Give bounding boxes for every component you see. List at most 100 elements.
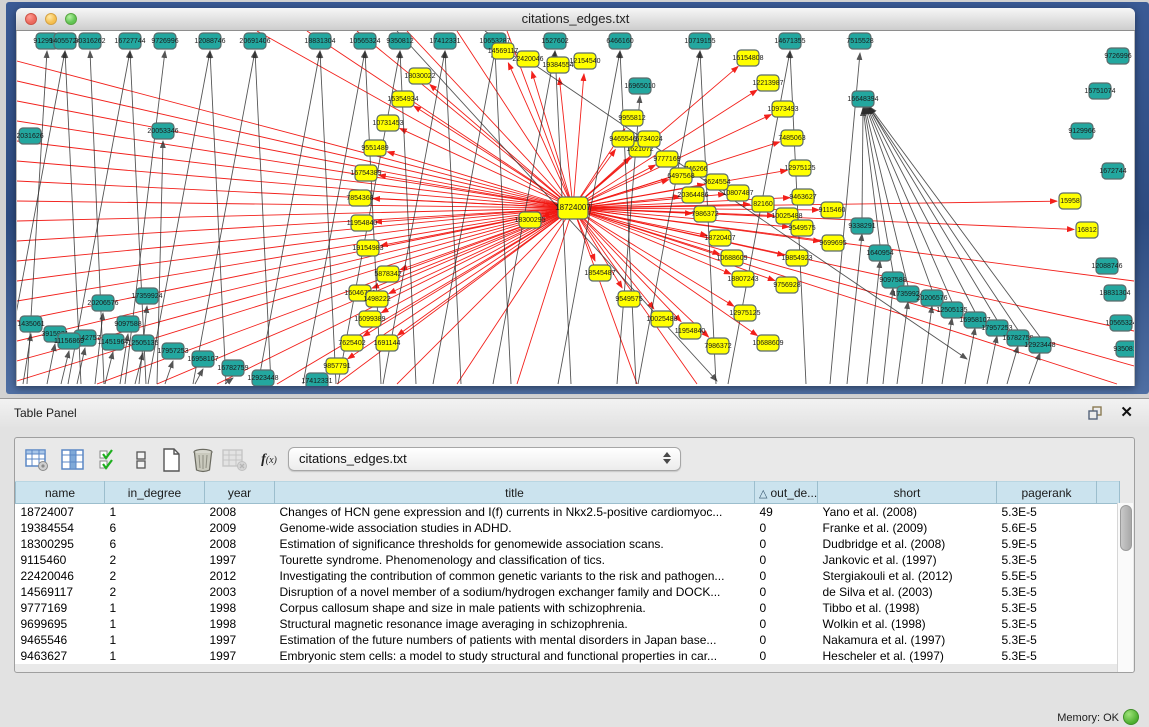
- graph-node-selected[interactable]: 10025488: [646, 311, 677, 327]
- graph-node-selected[interactable]: 82160: [752, 196, 774, 212]
- cell-short[interactable]: Hescheler et al. (1997): [818, 648, 997, 664]
- graph-node-selected[interactable]: 19154983: [352, 240, 383, 256]
- table-mode-icon[interactable]: [23, 445, 51, 475]
- cell-in_degree[interactable]: 1: [105, 504, 205, 521]
- graph-node[interactable]: 6466160: [606, 33, 633, 49]
- graph-node[interactable]: 12505135: [127, 335, 158, 351]
- cell-out_degree[interactable]: 0: [755, 632, 818, 648]
- graph-node[interactable]: 9350812: [386, 33, 413, 49]
- graph-node[interactable]: 18831304: [304, 33, 335, 49]
- cell-name[interactable]: 9699695: [16, 616, 105, 632]
- graph-node-selected[interactable]: 15958: [1059, 193, 1081, 209]
- cell-in_degree[interactable]: 1: [105, 648, 205, 664]
- function-builder-icon[interactable]: f(x): [255, 445, 283, 475]
- cell-year[interactable]: 2003: [205, 584, 275, 600]
- graph-node[interactable]: 9350812: [1113, 341, 1134, 357]
- graph-node-selected[interactable]: 11954840: [675, 323, 706, 339]
- table-row[interactable]: 946362711997Embryonic stem cells: a mode…: [16, 648, 1120, 664]
- cell-year[interactable]: 1997: [205, 648, 275, 664]
- graph-node-selected[interactable]: 18030022: [404, 68, 435, 84]
- graph-node-selected[interactable]: 11954840: [347, 215, 378, 231]
- table-row[interactable]: 911546021997Tourette syndrome. Phenomeno…: [16, 552, 1120, 568]
- cell-in_degree[interactable]: 6: [105, 520, 205, 536]
- graph-node[interactable]: 17412331: [429, 33, 460, 49]
- graph-node[interactable]: 14671355: [774, 33, 805, 49]
- cell-pagerank[interactable]: 5.9E-5: [997, 536, 1097, 552]
- cell-out_degree[interactable]: 0: [755, 616, 818, 632]
- cell-pagerank[interactable]: 5.3E-5: [997, 552, 1097, 568]
- cell-year[interactable]: 1998: [205, 616, 275, 632]
- table-row[interactable]: 946554611997Estimation of the future num…: [16, 632, 1120, 648]
- cell-name[interactable]: 14569117: [16, 584, 105, 600]
- cell-short[interactable]: Stergiakouli et al. (2012): [818, 568, 997, 584]
- table-row[interactable]: 969969511998Structural magnetic resonanc…: [16, 616, 1120, 632]
- graph-node[interactable]: 16727744: [114, 33, 145, 49]
- cell-out_degree[interactable]: 0: [755, 584, 818, 600]
- column-header-pagerank[interactable]: pagerank: [997, 482, 1097, 504]
- graph-node[interactable]: 18831304: [1099, 285, 1130, 301]
- table-selector-dropdown[interactable]: citations_edges.txt: [288, 447, 681, 471]
- column-header-name[interactable]: name: [16, 482, 105, 504]
- graph-node[interactable]: 10719155: [684, 33, 715, 49]
- graph-node[interactable]: 12505135: [936, 302, 967, 318]
- graph-node-selected[interactable]: 6734024: [635, 131, 662, 147]
- graph-node[interactable]: 20316262: [74, 33, 105, 49]
- graph-node[interactable]: 10565324: [1105, 315, 1134, 331]
- cell-in_degree[interactable]: 1: [105, 632, 205, 648]
- cell-year[interactable]: 2012: [205, 568, 275, 584]
- graph-node-selected[interactable]: 15354934: [387, 91, 418, 107]
- cell-out_degree[interactable]: 0: [755, 600, 818, 616]
- graph-node-selected[interactable]: 9549575: [788, 220, 815, 236]
- graph-node-selected[interactable]: 10973493: [767, 101, 798, 117]
- graph-node[interactable]: 1527602: [541, 33, 568, 49]
- graph-node[interactable]: 20691406: [239, 33, 270, 49]
- graph-node[interactable]: 7515528: [846, 33, 873, 49]
- graph-node-selected[interactable]: 9699695: [819, 235, 846, 251]
- cell-title[interactable]: Embryonic stem cells: a model to study s…: [275, 648, 755, 664]
- cell-title[interactable]: Estimation of significance thresholds fo…: [275, 536, 755, 552]
- graph-node-selected[interactable]: 10731453: [372, 115, 403, 131]
- table-row[interactable]: 2242004622012Investigating the contribut…: [16, 568, 1120, 584]
- table-row[interactable]: 1938455462009Genome-wide association stu…: [16, 520, 1120, 536]
- graph-node[interactable]: 1672744: [1099, 163, 1126, 179]
- graph-node-selected[interactable]: 9549575: [615, 291, 642, 307]
- delete-trash-icon[interactable]: [189, 445, 217, 475]
- graph-node-selected[interactable]: 19384554: [542, 57, 573, 73]
- graph-node[interactable]: 17412331: [301, 373, 332, 386]
- cell-out_degree[interactable]: 0: [755, 520, 818, 536]
- table-scrollbar-thumb[interactable]: [1120, 505, 1132, 551]
- column-header-year[interactable]: year: [205, 482, 275, 504]
- graph-node[interactable]: 9338291: [848, 218, 875, 234]
- graph-node-selected[interactable]: 12975125: [729, 305, 760, 321]
- graph-node[interactable]: 20053346: [147, 123, 178, 139]
- cell-pagerank[interactable]: 5.6E-5: [997, 520, 1097, 536]
- graph-node[interactable]: 12088746: [1091, 258, 1122, 274]
- cell-year[interactable]: 2008: [205, 504, 275, 521]
- cell-name[interactable]: 9465546: [16, 632, 105, 648]
- cell-pagerank[interactable]: 5.3E-5: [997, 504, 1097, 521]
- table-scrollbar[interactable]: [1117, 503, 1133, 673]
- column-header-short[interactable]: short: [818, 482, 997, 504]
- cell-out_degree[interactable]: 49: [755, 504, 818, 521]
- graph-node-selected[interactable]: 16754389: [350, 165, 381, 181]
- graph-node-selected[interactable]: 9955812: [618, 110, 645, 126]
- cell-short[interactable]: Tibbo et al. (1998): [818, 600, 997, 616]
- cell-name[interactable]: 18724007: [16, 504, 105, 521]
- cell-pagerank[interactable]: 5.3E-5: [997, 648, 1097, 664]
- graph-node-selected[interactable]: 18724007: [555, 197, 591, 219]
- graph-node[interactable]: 12088746: [194, 33, 225, 49]
- cell-title[interactable]: Changes of HCN gene expression and I(f) …: [275, 504, 755, 521]
- graph-node-selected[interactable]: 9465546: [609, 131, 636, 147]
- cell-title[interactable]: Tourette syndrome. Phenomenology and cla…: [275, 552, 755, 568]
- cell-title[interactable]: Investigating the contribution of common…: [275, 568, 755, 584]
- cell-year[interactable]: 2008: [205, 536, 275, 552]
- graph-node[interactable]: 16965010: [624, 78, 655, 94]
- cell-name[interactable]: 19384554: [16, 520, 105, 536]
- graph-node[interactable]: 12923448: [1024, 337, 1055, 353]
- graph-node[interactable]: 15751074: [1084, 83, 1115, 99]
- graph-node-selected[interactable]: 7986372: [704, 338, 731, 354]
- column-header-in_degree[interactable]: in_degree: [105, 482, 205, 504]
- cell-title[interactable]: Corpus callosum shape and size in male p…: [275, 600, 755, 616]
- cell-in_degree[interactable]: 2: [105, 568, 205, 584]
- graph-node[interactable]: 9097588: [114, 316, 141, 332]
